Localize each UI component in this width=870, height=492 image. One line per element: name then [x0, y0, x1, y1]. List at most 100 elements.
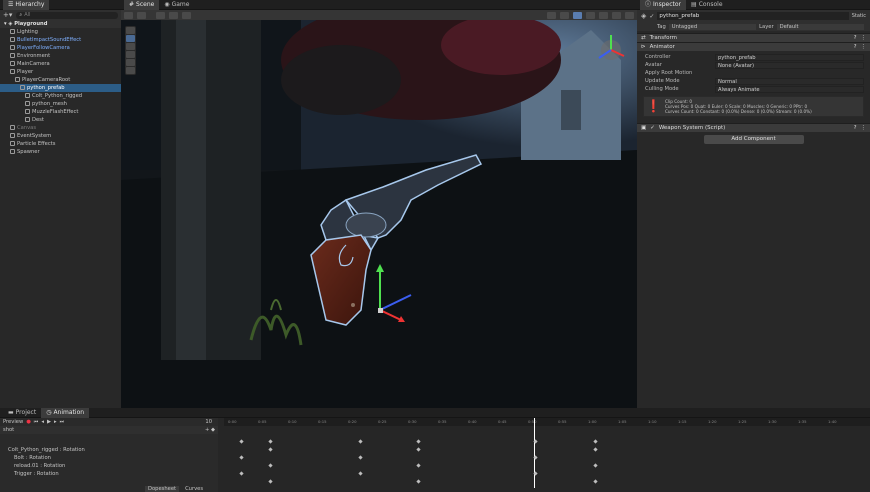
help-icon[interactable]: ? [854, 35, 857, 41]
keyframe[interactable] [593, 479, 598, 484]
hierarchy-item[interactable]: EventSystem [0, 132, 121, 140]
lighting-toggle[interactable] [560, 11, 569, 19]
animation-track[interactable]: Colt_Python_rigged : Rotation [0, 446, 218, 454]
animation-track[interactable]: Bolt : Rotation [0, 454, 218, 462]
gizmos-button[interactable] [625, 11, 634, 19]
hierarchy-item[interactable]: python_prefab [0, 84, 121, 92]
effects-toggle[interactable] [586, 11, 595, 19]
frame-field[interactable]: 10 [205, 419, 218, 425]
tab-animation[interactable]: ◷ Animation [41, 407, 90, 418]
keyframe[interactable] [416, 439, 421, 444]
keyframe[interactable] [268, 463, 273, 468]
keyframe[interactable] [416, 447, 421, 452]
animator-field-value[interactable]: Normal [715, 77, 864, 85]
playhead[interactable] [534, 418, 535, 488]
curves-button[interactable]: Curves [185, 486, 203, 492]
draw-mode-button[interactable] [124, 11, 133, 19]
animator-field-value[interactable]: None (Avatar) [715, 61, 864, 69]
keyframe[interactable] [416, 463, 421, 468]
active-checkbox[interactable]: ✓ [649, 13, 654, 20]
animator-field-value[interactable] [715, 70, 864, 77]
settings-icon[interactable]: ⋮ [861, 44, 867, 50]
hierarchy-item[interactable]: Lighting [0, 28, 121, 36]
snap-button[interactable] [169, 11, 178, 19]
keyframe[interactable] [239, 439, 244, 444]
animator-field-value[interactable]: python_prefab [715, 53, 864, 61]
help-icon[interactable]: ? [854, 125, 857, 131]
first-key-icon[interactable]: ⏮ [34, 419, 39, 426]
hierarchy-item[interactable]: Particle Effects [0, 140, 121, 148]
prev-key-icon[interactable]: ◂ [41, 419, 44, 425]
keyframe[interactable] [416, 479, 421, 484]
scale-tool-icon[interactable] [126, 51, 135, 58]
dopesheet-button[interactable]: Dopesheet [145, 486, 180, 492]
layer-dropdown[interactable]: Default [776, 23, 864, 30]
timeline-ruler[interactable]: 0:00 0:05 0:10 0:15 0:20 0:25 0:30 0:35 0:40 0:45… [224, 418, 870, 426]
animator-header[interactable]: ⊳ Animator ? ⋮ [637, 42, 870, 51]
hierarchy-item[interactable]: Spawner [0, 148, 121, 156]
tab-inspector[interactable]: ⓘ Inspector [640, 0, 687, 10]
record-icon[interactable]: ● [26, 419, 31, 425]
hierarchy-item[interactable]: Dest [0, 116, 121, 124]
settings-icon[interactable]: ⋮ [861, 35, 867, 41]
keyframe[interactable] [593, 439, 598, 444]
timeline-area[interactable]: 0:00 0:05 0:10 0:15 0:20 0:25 0:30 0:35 0:40 0:45… [224, 418, 870, 492]
static-label[interactable]: Static [852, 13, 866, 19]
keyframe[interactable] [268, 447, 273, 452]
scene-viewport[interactable] [121, 20, 637, 408]
object-name-input[interactable]: python_prefab [657, 12, 849, 20]
hierarchy-item[interactable]: PlayerFollowCamera [0, 44, 121, 52]
keyframe[interactable] [533, 471, 538, 476]
keyframe[interactable] [239, 471, 244, 476]
increment-button[interactable] [182, 11, 191, 19]
hierarchy-item[interactable]: MuzzleFlashEffect [0, 108, 121, 116]
script-checkbox[interactable]: ✓ [650, 125, 655, 131]
hierarchy-item[interactable]: Player [0, 68, 121, 76]
clip-dropdown[interactable]: shot [3, 427, 205, 433]
hierarchy-item[interactable]: Environment [0, 52, 121, 60]
tab-project[interactable]: ▬ Project [3, 408, 41, 418]
audio-toggle[interactable] [573, 11, 582, 19]
last-key-icon[interactable]: ⏭ [60, 419, 65, 426]
preview-toggle[interactable]: Preview [3, 419, 23, 425]
move-tool-icon[interactable] [126, 35, 135, 42]
tag-dropdown[interactable]: Untagged [668, 23, 757, 30]
animation-track[interactable]: reload.01 : Rotation [0, 462, 218, 470]
keyframe[interactable] [239, 455, 244, 460]
play-icon[interactable]: ▶ [47, 419, 51, 425]
tab-game[interactable]: ◉ Game [159, 0, 194, 10]
keyframe[interactable] [268, 479, 273, 484]
animation-track[interactable]: Trigger : Rotation [0, 470, 218, 478]
rotate-tool-icon[interactable] [126, 43, 135, 50]
hierarchy-item[interactable]: PlayerCameraRoot [0, 76, 121, 84]
keyframe[interactable] [593, 447, 598, 452]
hierarchy-item[interactable]: python_mesh [0, 100, 121, 108]
script-header[interactable]: ▣ ✓ Weapon System (Script) ? ⋮ [637, 123, 870, 132]
keyframe[interactable] [358, 471, 363, 476]
add-key-icon[interactable]: + ◆ [205, 427, 215, 433]
next-key-icon[interactable]: ▸ [54, 419, 57, 425]
tab-hierarchy[interactable]: ☰ Hierarchy [3, 0, 50, 10]
keyframe[interactable] [593, 463, 598, 468]
scene-root[interactable]: ▾ ◈ Playground [0, 20, 121, 28]
animator-field-value[interactable]: Always Animate [715, 85, 864, 93]
keyframe[interactable] [533, 439, 538, 444]
search-input[interactable]: ⌕ All [16, 11, 118, 19]
transform-tool-icon[interactable] [126, 67, 135, 74]
keyframe[interactable] [358, 455, 363, 460]
keyframe[interactable] [533, 455, 538, 460]
hand-tool-icon[interactable] [126, 27, 135, 34]
tab-console[interactable]: ▤ Console [686, 0, 728, 10]
settings-icon[interactable]: ⋮ [861, 125, 867, 131]
keyframe[interactable] [358, 439, 363, 444]
add-component-button[interactable]: Add Component [703, 135, 804, 144]
rect-tool-icon[interactable] [126, 59, 135, 66]
keyframe[interactable] [268, 439, 273, 444]
camera-button[interactable] [612, 11, 621, 19]
2d-toggle[interactable] [547, 11, 556, 19]
hierarchy-item[interactable]: Colt_Python_rigged [0, 92, 121, 100]
hierarchy-item[interactable]: BulletImpactSoundEffect [0, 36, 121, 44]
render-mode-button[interactable] [137, 11, 146, 19]
tab-scene[interactable]: # Scene [124, 0, 160, 10]
hierarchy-item[interactable]: Canvas [0, 124, 121, 132]
